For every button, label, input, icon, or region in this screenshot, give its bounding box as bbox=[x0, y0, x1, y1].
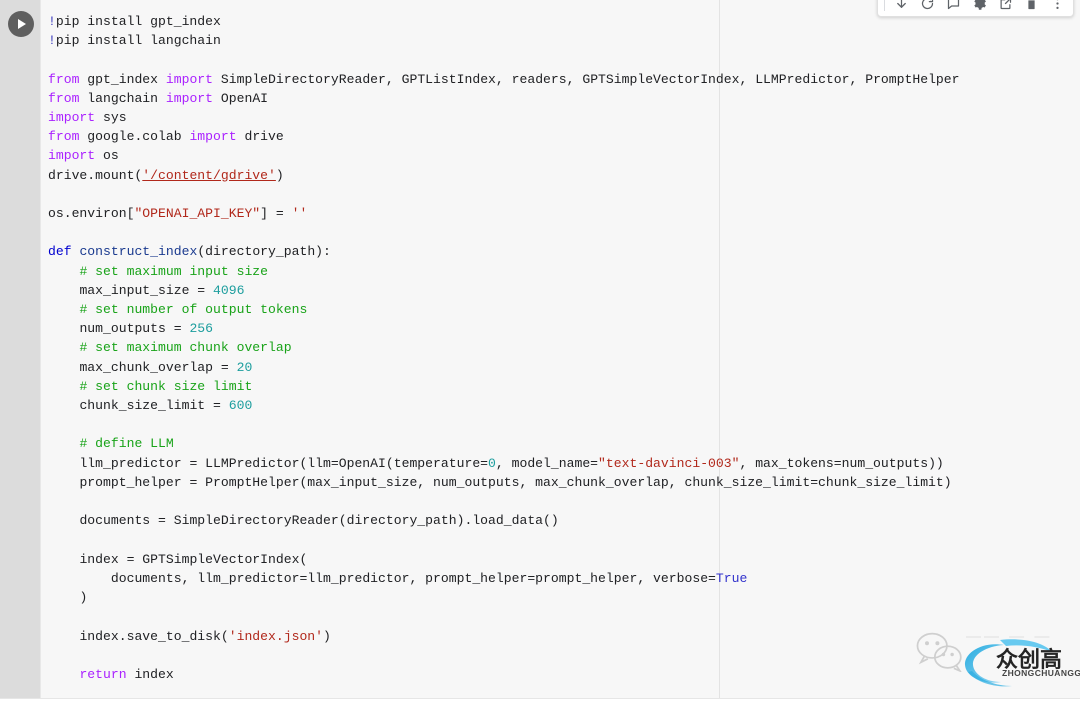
arrow-down-icon bbox=[896, 0, 906, 8]
more-options-button[interactable] bbox=[1045, 0, 1069, 15]
code-cell: !pip install gpt_index !pip install lang… bbox=[0, 0, 1080, 698]
cell-toolbar bbox=[877, 0, 1074, 17]
trash-icon bbox=[1027, 0, 1035, 9]
source-code[interactable]: !pip install gpt_index !pip install lang… bbox=[41, 0, 1080, 684]
toolbar-divider bbox=[884, 0, 885, 11]
comment-icon bbox=[947, 0, 959, 9]
code-editor[interactable]: !pip install gpt_index !pip install lang… bbox=[41, 0, 1080, 698]
mirror-cell-button[interactable] bbox=[993, 0, 1017, 15]
gear-icon bbox=[973, 0, 986, 10]
delete-cell-button[interactable] bbox=[1019, 0, 1043, 15]
comment-button[interactable] bbox=[941, 0, 965, 15]
move-cell-down-button[interactable] bbox=[889, 0, 913, 15]
colab-code-cell-screenshot: !pip install gpt_index !pip install lang… bbox=[0, 0, 1080, 705]
more-vert-icon bbox=[1055, 1, 1059, 9]
refresh-icon bbox=[921, 0, 933, 9]
play-icon bbox=[18, 19, 26, 29]
page-bottom-strip bbox=[0, 698, 1080, 705]
run-cell-button[interactable] bbox=[8, 11, 34, 37]
open-in-new-icon bbox=[1000, 0, 1011, 9]
edit-settings-button[interactable] bbox=[967, 0, 991, 15]
cell-gutter bbox=[0, 0, 41, 698]
refresh-button[interactable] bbox=[915, 0, 939, 15]
